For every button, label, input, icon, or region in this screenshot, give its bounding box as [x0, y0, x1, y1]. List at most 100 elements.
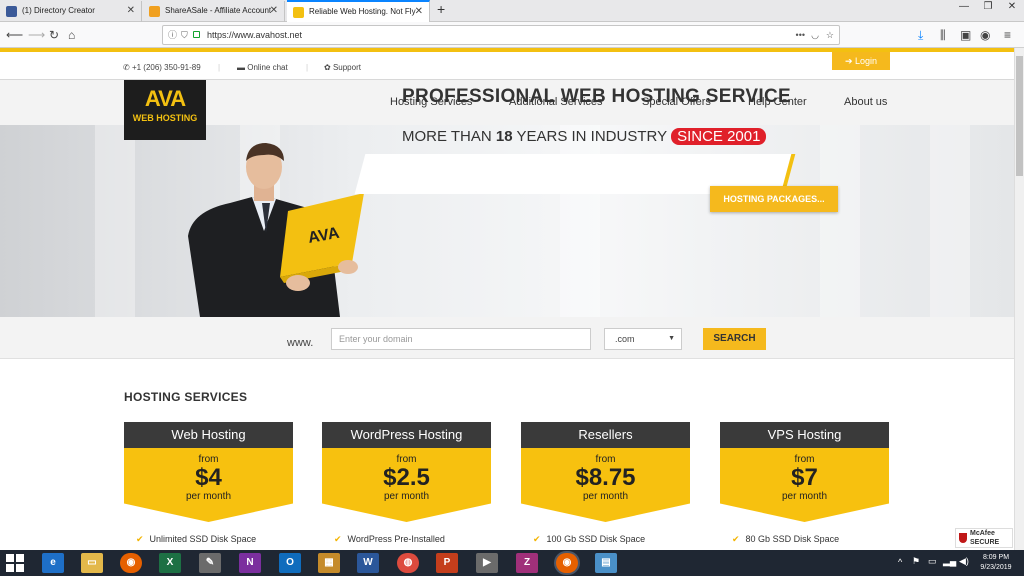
account-icon[interactable]: ◉: [980, 26, 990, 44]
plan-card-resellers[interactable]: Resellers from $8.75 per month ✔ 100 Gb S…: [521, 422, 690, 550]
firefox-icon[interactable]: ◉: [120, 553, 142, 573]
login-button[interactable]: ➔ Login: [832, 52, 890, 70]
online-chat-link[interactable]: ▬ Online chat: [237, 62, 288, 74]
facebook-favicon-icon: [6, 6, 17, 17]
years-number: 18: [495, 128, 513, 145]
phone-number: +1 (206) 350-91-89: [131, 63, 201, 72]
ava-logo[interactable]: AVA WEB HOSTING: [124, 80, 206, 140]
hamburger-menu-icon[interactable]: ≡: [1004, 26, 1011, 44]
clock-date: 9/23/2019: [980, 564, 1012, 571]
hero-banner: AVA: [0, 125, 1014, 317]
home-icon[interactable]: ⌂: [68, 26, 75, 44]
plan-card-web-hosting[interactable]: Web Hosting from $4 per month ✔ Unlimited…: [124, 422, 293, 550]
since-badge: SINCE 2001: [671, 128, 767, 145]
phone-info[interactable]: ✆ +1 (206) 350-91-89: [123, 62, 201, 74]
price-from: from: [198, 454, 219, 465]
plan-feature: ✔ 100 Gb SSD Disk Space: [521, 534, 690, 545]
www-prefix: www.: [287, 337, 314, 349]
businessman-with-laptop-image: AVA: [188, 143, 364, 317]
notes-icon[interactable]: ▤: [595, 553, 617, 573]
badge-line1: McAfee: [970, 530, 995, 537]
page-actions-icon[interactable]: •••: [796, 26, 805, 44]
tab-avahost[interactable]: Reliable Web Hosting. Not Fly ✕: [287, 0, 430, 22]
tld-value: .com: [615, 334, 635, 344]
internet-explorer-icon[interactable]: e: [42, 553, 64, 573]
info-icon[interactable]: ⓘ: [168, 26, 177, 44]
feature-text: 100 Gb SSD Disk Space: [546, 534, 646, 544]
app-icon[interactable]: ▦: [318, 553, 340, 573]
excel-icon[interactable]: X: [159, 553, 181, 573]
reload-icon[interactable]: ↻: [49, 26, 59, 44]
plan-name: VPS Hosting: [720, 422, 889, 448]
plan-card-wordpress-hosting[interactable]: WordPress Hosting from $2.5 per month ✔ W…: [322, 422, 491, 550]
outlook-icon[interactable]: O: [279, 553, 301, 573]
download-icon[interactable]: ⤓: [918, 26, 923, 44]
library-icon[interactable]: ⫼: [940, 26, 946, 44]
menu-about-us[interactable]: About us: [844, 95, 887, 109]
sidebar-icon[interactable]: ▣: [960, 26, 971, 44]
plan-card-vps-hosting[interactable]: VPS Hosting from $7 per month ✔ 80 Gb SSD…: [720, 422, 889, 550]
divider: |: [306, 63, 309, 72]
price-amount: $4: [195, 464, 222, 491]
tray-up-icon[interactable]: ^: [898, 557, 902, 567]
file-explorer-icon[interactable]: ▭: [81, 553, 103, 573]
logo-mark: AVA: [144, 86, 186, 111]
subtitle-text: MORE THAN: [402, 128, 496, 145]
pocket-icon[interactable]: ◡: [811, 26, 819, 44]
close-tab-icon[interactable]: ✕: [270, 1, 278, 21]
shield-icon[interactable]: ⛉: [181, 26, 188, 44]
hero-subtitle: MORE THAN 18 YEARS IN INDUSTRY SINCE 2001: [402, 128, 767, 145]
clock-time: 8:09 PM: [982, 554, 1010, 561]
mcafee-secure-badge[interactable]: McAfee SECURE: [955, 528, 1013, 548]
page-scrollbar[interactable]: [1014, 48, 1024, 550]
close-window-icon[interactable]: ✕: [1000, 0, 1024, 14]
tab-directory-creator[interactable]: (1) Directory Creator ✕: [0, 1, 142, 22]
powerpoint-icon[interactable]: P: [436, 553, 458, 573]
close-tab-icon[interactable]: ✕: [415, 2, 423, 22]
web-page: ✆ +1 (206) 350-91-89 | ▬ Online chat | ✿…: [0, 48, 1014, 550]
check-icon: ✔: [334, 534, 342, 544]
bookmark-star-icon[interactable]: ☆: [826, 26, 834, 44]
chrome-icon[interactable]: ◍: [397, 553, 419, 573]
price-from: from: [396, 454, 417, 465]
mcafee-shield-icon: [959, 533, 967, 543]
forward-icon[interactable]: ⟶: [28, 26, 45, 44]
badge-line2: SECURE: [970, 539, 1000, 546]
windows-start-icon[interactable]: [6, 554, 24, 572]
onenote-icon[interactable]: N: [239, 553, 261, 573]
tld-select[interactable]: .com ▼: [604, 328, 682, 350]
section-title: HOSTING SERVICES: [124, 390, 248, 404]
tab-shareasale[interactable]: ShareASale - Affiliate Account ✕: [143, 1, 285, 22]
hosting-packages-button[interactable]: HOSTING PACKAGES...: [710, 186, 838, 212]
flag-icon[interactable]: ⚑: [912, 556, 920, 567]
plan-price-panel: from $8.75 per month: [521, 448, 690, 522]
support-label: Support: [332, 63, 361, 72]
hero-title: PROFESSIONAL WEB HOSTING SERVICE: [402, 86, 791, 107]
network-icon[interactable]: ▭: [928, 556, 937, 567]
scrollbar-thumb[interactable]: [1016, 56, 1023, 176]
restore-icon[interactable]: ❐: [976, 0, 1000, 14]
wifi-icon[interactable]: ▂▄: [943, 556, 956, 567]
domain-input[interactable]: Enter your domain: [331, 328, 591, 350]
back-icon[interactable]: ⟵: [6, 26, 23, 44]
system-clock[interactable]: 8:09 PM 9/23/2019: [972, 553, 1020, 573]
word-icon[interactable]: W: [357, 553, 379, 573]
chat-label: Online chat: [247, 63, 288, 72]
gear-icon: ✿: [324, 63, 333, 72]
app-icon[interactable]: ✎: [199, 553, 221, 573]
support-link[interactable]: ✿ Support: [324, 62, 361, 74]
firefox-active-icon[interactable]: ◉: [556, 553, 578, 573]
close-tab-icon[interactable]: ✕: [127, 1, 135, 21]
new-tab-icon[interactable]: +: [437, 1, 445, 17]
search-button[interactable]: SEARCH: [703, 328, 766, 350]
price-period: per month: [582, 491, 629, 502]
address-bar[interactable]: ⓘ ⛉ https://www.avahost.net ••• ◡ ☆: [162, 25, 840, 45]
media-player-icon[interactable]: ▶: [476, 553, 498, 573]
price-from: from: [794, 454, 815, 465]
zotero-icon[interactable]: Z: [516, 553, 538, 573]
volume-icon[interactable]: ◀): [959, 556, 969, 567]
check-icon: ✔: [136, 534, 144, 544]
price-period: per month: [383, 491, 430, 502]
server-rack-bg: [930, 125, 970, 317]
minimize-icon[interactable]: —: [952, 0, 976, 14]
